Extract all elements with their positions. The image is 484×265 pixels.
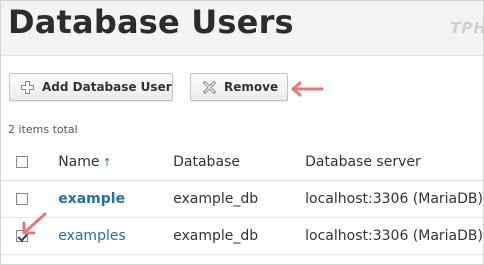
column-header-name[interactable]: Name ↑ xyxy=(58,145,173,180)
annotation-arrow-remove xyxy=(291,81,324,97)
select-all-cell xyxy=(1,145,58,180)
column-header-server: Database server xyxy=(305,154,421,171)
database-users-panel: Database Users TPH Add Database User Rem… xyxy=(0,0,484,265)
title-bar: Database Users TPH xyxy=(1,1,483,56)
page-title: Database Users xyxy=(8,3,294,41)
user-link[interactable]: examples xyxy=(58,228,126,244)
user-name-cell: examples xyxy=(58,217,173,254)
plus-icon xyxy=(20,80,35,95)
sort-ascending-icon: ↑ xyxy=(102,156,112,170)
server-cell: localhost:3306 (MariaDB) xyxy=(305,190,483,207)
items-total: 2 items total xyxy=(8,123,78,136)
users-table: Name ↑ Database Database server example e… xyxy=(1,145,483,255)
server-cell: localhost:3306 (MariaDB) xyxy=(305,227,483,244)
user-name-cell: example xyxy=(58,180,173,217)
remove-label: Remove xyxy=(224,80,279,94)
database-cell: example_db xyxy=(173,190,259,207)
add-database-user-button[interactable]: Add Database User xyxy=(9,73,173,101)
watermark-logo: TPH xyxy=(450,19,484,37)
table-row: examples example_db localhost:3306 (Mari… xyxy=(1,217,483,254)
remove-button[interactable]: Remove xyxy=(190,73,288,101)
x-icon xyxy=(202,80,217,95)
select-all-checkbox[interactable] xyxy=(16,156,28,169)
row-checkbox[interactable] xyxy=(16,192,28,205)
add-database-user-label: Add Database User xyxy=(42,80,172,94)
table-row: example example_db localhost:3306 (Maria… xyxy=(1,180,483,217)
column-name-label: Name xyxy=(58,154,100,171)
annotation-arrow-checkbox xyxy=(22,212,47,235)
user-link[interactable]: example xyxy=(58,191,125,207)
database-cell: example_db xyxy=(173,227,259,244)
column-header-database: Database xyxy=(173,154,240,171)
table-header-row: Name ↑ Database Database server xyxy=(1,145,483,180)
